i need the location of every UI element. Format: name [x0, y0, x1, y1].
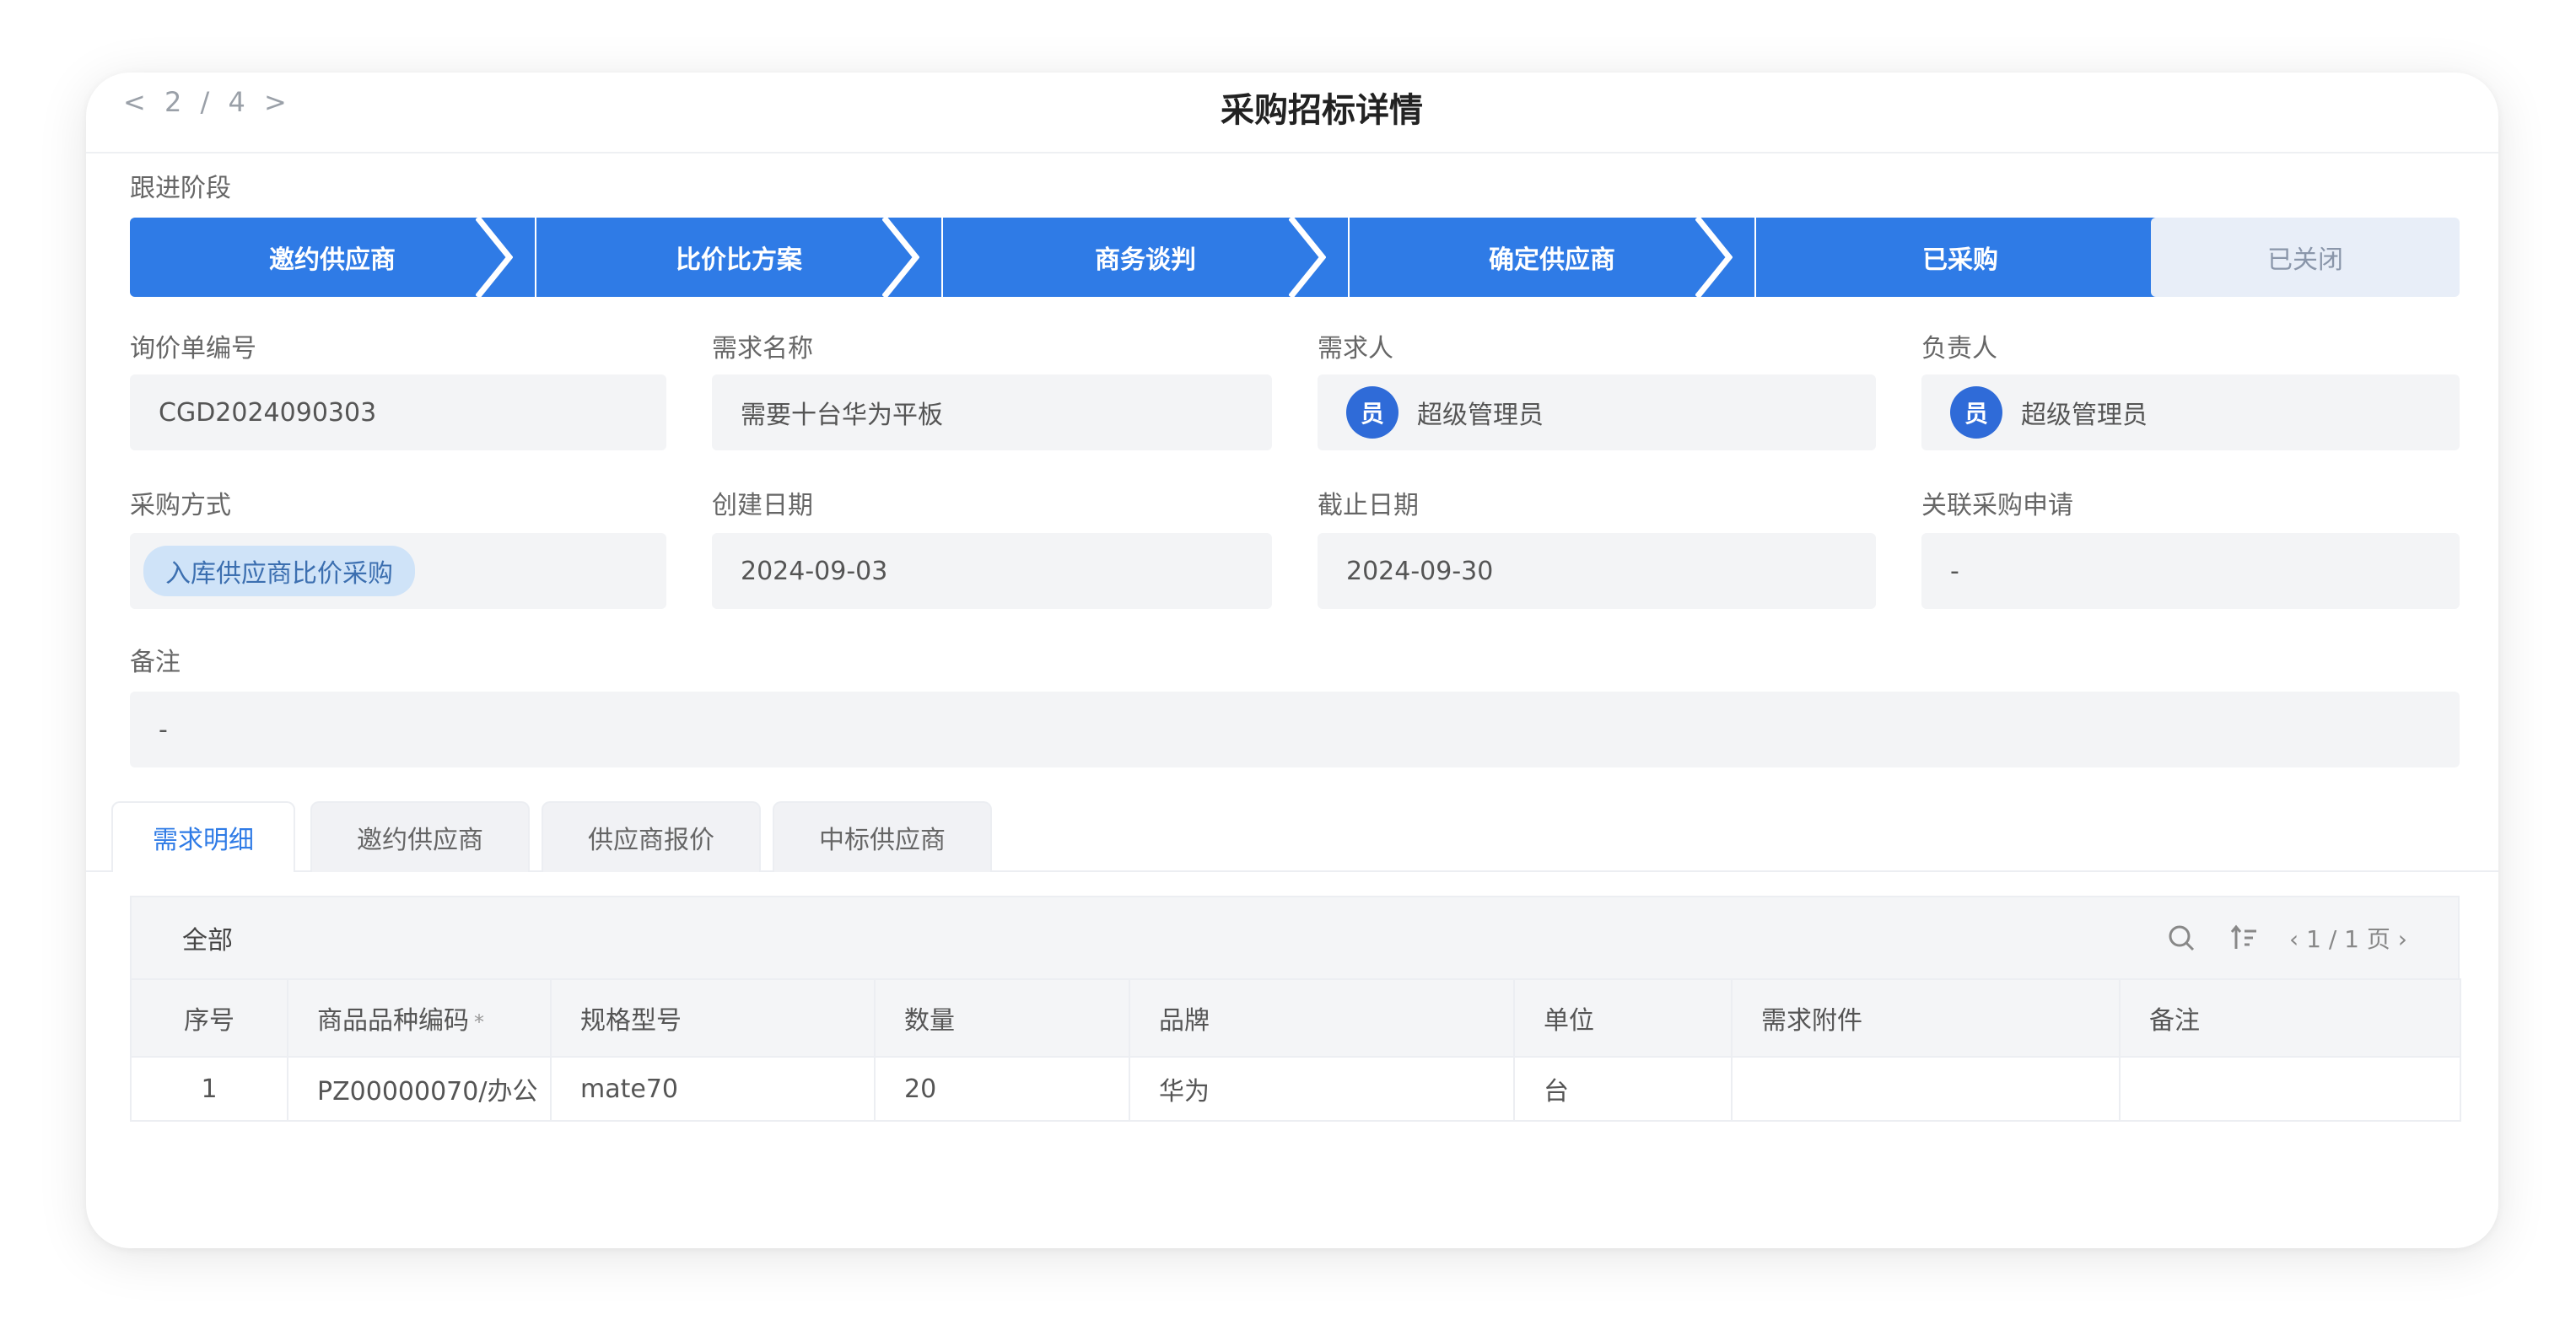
created-field: 2024-09-03 [712, 533, 1272, 609]
filter-all[interactable]: 全部 [182, 919, 233, 956]
table-row[interactable]: 1 PZ00000070/办公 mate70 20 华为 台 [130, 1056, 2461, 1122]
inquiry-no-field: CGD2024090303 [130, 374, 666, 450]
owner-field[interactable]: 员 超级管理员 [1921, 374, 2460, 450]
table-header-row: 序号 商品品种编码 * 规格型号 数量 品牌 单位 需求附件 备注 [130, 978, 2461, 1058]
col-header-attachment: 需求附件 [1731, 978, 2121, 1058]
col-header-quantity: 数量 [874, 978, 1130, 1058]
req-name-field: 需要十台华为平板 [712, 374, 1272, 450]
requester-value: 超级管理员 [1417, 401, 1544, 430]
table-pagination[interactable]: ‹ 1 / 1 页 › [2289, 921, 2407, 955]
owner-value: 超级管理员 [2021, 401, 2148, 430]
stage-separator-icon [882, 218, 919, 297]
related-field[interactable]: - [1921, 533, 2460, 609]
method-field: 入库供应商比价采购 [130, 533, 666, 609]
stage-label-0: 邀约供应商 [269, 245, 396, 275]
deadline-label: 截止日期 [1318, 491, 1419, 520]
page-title: 采购招标详情 [1221, 91, 1423, 130]
stage-progress: 邀约供应商 比价比方案 商务谈判 确定供应商 已采购 [130, 218, 2164, 297]
stage-separator-icon [476, 218, 513, 297]
table-tools: ‹ 1 / 1 页 › [2164, 921, 2407, 955]
stage-separator-icon [1695, 218, 1733, 297]
stage-purchased[interactable]: 已采购 [1756, 218, 2164, 297]
remark-field: - [130, 692, 2460, 767]
cell-attachment[interactable] [1731, 1056, 2121, 1122]
method-tag: 入库供应商比价采购 [143, 546, 415, 596]
required-mark: * [474, 1010, 484, 1034]
stage-label: 跟进阶段 [130, 174, 231, 203]
detail-card: < 2 / 4 > 采购招标详情 跟进阶段 邀约供应商 比价比方案 商务谈判 确… [86, 73, 2498, 1248]
header-bar: < 2 / 4 > 采购招标详情 [86, 73, 2498, 153]
col-header-unit: 单位 [1513, 978, 1733, 1058]
related-label: 关联采购申请 [1921, 491, 2073, 520]
cell-brand: 华为 [1129, 1056, 1515, 1122]
related-value: - [1950, 556, 1959, 586]
inquiry-no-value: CGD2024090303 [159, 397, 377, 428]
cell-unit: 台 [1513, 1056, 1733, 1122]
col-header-product-code: 商品品种编码 * [287, 978, 552, 1058]
stage-label-4: 已采购 [1922, 245, 1998, 275]
inquiry-no-label: 询价单编号 [130, 334, 256, 364]
cell-index: 1 [130, 1056, 288, 1122]
tab-label: 需求明细 [153, 826, 254, 855]
tab-label: 中标供应商 [819, 826, 946, 855]
requester-label: 需求人 [1318, 334, 1393, 364]
method-label: 采购方式 [130, 491, 231, 520]
tab-supplier-quotes[interactable]: 供应商报价 [542, 801, 761, 872]
deadline-value: 2024-09-30 [1346, 556, 1494, 586]
col-header-index: 序号 [130, 978, 288, 1058]
col-header-remark: 备注 [2119, 978, 2461, 1058]
tab-requirements[interactable]: 需求明细 [111, 801, 295, 872]
avatar: 员 [1346, 386, 1398, 439]
col-header-brand: 品牌 [1129, 978, 1515, 1058]
remark-value: - [159, 714, 168, 745]
tab-label: 邀约供应商 [357, 826, 483, 855]
stage-compare[interactable]: 比价比方案 [536, 218, 941, 297]
tab-invite-suppliers[interactable]: 邀约供应商 [310, 801, 530, 872]
stage-closed[interactable]: 已关闭 [2151, 218, 2460, 297]
requirements-table: 全部 ‹ 1 / 1 页 › 序号 商品品种编码 * 规格型号 数量 品牌 单位… [130, 896, 2461, 1122]
stage-invite[interactable]: 邀约供应商 [130, 218, 535, 297]
stage-confirm[interactable]: 确定供应商 [1350, 218, 1754, 297]
stage-label-2: 商务谈判 [1095, 245, 1196, 275]
data-table: 序号 商品品种编码 * 规格型号 数量 品牌 单位 需求附件 备注 1 PZ000… [130, 978, 2461, 1122]
cell-remark [2119, 1056, 2461, 1122]
stage-label-3: 确定供应商 [1489, 245, 1615, 275]
deadline-field: 2024-09-30 [1318, 533, 1876, 609]
sort-icon[interactable] [2227, 921, 2261, 955]
created-label: 创建日期 [712, 491, 813, 520]
stage-separator-icon [1289, 218, 1326, 297]
stage-label-1: 比价比方案 [676, 245, 802, 275]
remark-label: 备注 [130, 648, 181, 677]
col-header-label: 商品品种编码 [317, 1006, 469, 1036]
col-header-spec: 规格型号 [550, 978, 876, 1058]
stage-negotiate[interactable]: 商务谈判 [943, 218, 1348, 297]
cell-spec: mate70 [550, 1056, 876, 1122]
requester-field[interactable]: 员 超级管理员 [1318, 374, 1876, 450]
tab-winning-supplier[interactable]: 中标供应商 [773, 801, 992, 872]
search-icon[interactable] [2164, 921, 2198, 955]
owner-label: 负责人 [1921, 334, 1997, 364]
avatar: 员 [1950, 386, 2002, 439]
req-name-value: 需要十台华为平板 [741, 401, 943, 430]
tab-label: 供应商报价 [588, 826, 714, 855]
created-value: 2024-09-03 [741, 556, 888, 586]
table-toolbar: 全部 ‹ 1 / 1 页 › [130, 896, 2460, 978]
cell-product-code: PZ00000070/办公 [287, 1056, 552, 1122]
req-name-label: 需求名称 [712, 334, 813, 364]
cell-quantity: 20 [874, 1056, 1130, 1122]
